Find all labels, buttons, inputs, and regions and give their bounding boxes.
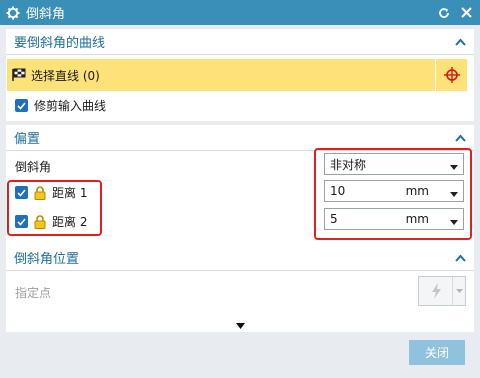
point-dialog-button[interactable]: [418, 276, 466, 306]
position-section-header[interactable]: 倒斜角位置: [6, 245, 474, 271]
position-section-title: 倒斜角位置: [14, 252, 80, 267]
offset-section-title: 偏置: [14, 132, 41, 147]
window-title: 倒斜角: [26, 7, 66, 22]
point-options-arrow-icon[interactable]: [453, 277, 465, 305]
reset-icon[interactable]: [436, 5, 452, 21]
curves-section: 要倒斜角的曲线 选择直线 (0) 修剪输入曲线: [6, 29, 474, 121]
collapse-caret-icon[interactable]: [454, 36, 466, 48]
trim-input-option[interactable]: 修剪输入曲线: [15, 97, 106, 114]
checkered-flag-icon: [11, 68, 27, 82]
crosshair-button[interactable]: [435, 59, 467, 91]
annotation-box-values: [314, 148, 472, 240]
gear-icon[interactable]: [6, 6, 20, 20]
annotation-box-distances: [7, 180, 102, 236]
title-bar: 倒斜角: [0, 0, 480, 25]
offset-section: 偏置 倒斜角 距离 1 距离 2 非对称 10 mm 5 mm: [6, 125, 474, 265]
close-button[interactable]: 关闭: [409, 340, 465, 365]
crosshair-icon: [443, 66, 461, 84]
close-icon[interactable]: [458, 5, 474, 21]
curves-section-title: 要倒斜角的曲线: [14, 36, 106, 51]
expand-down-icon: [235, 322, 245, 329]
point-constructor-icon[interactable]: [419, 277, 453, 305]
select-line-label: 选择直线 (0): [31, 68, 100, 83]
trim-checkbox[interactable]: [15, 99, 28, 112]
trim-label: 修剪输入曲线: [34, 99, 107, 113]
chamfer-type-label: 倒斜角: [15, 160, 52, 174]
dialog-body: 要倒斜角的曲线 选择直线 (0) 修剪输入曲线 偏置 倒斜角 距离 1 距离 2…: [0, 25, 480, 378]
collapse-caret-icon[interactable]: [454, 132, 466, 144]
position-section: 倒斜角位置 指定点: [6, 245, 474, 325]
specify-point-label: 指定点: [15, 286, 52, 300]
collapse-caret-icon[interactable]: [454, 252, 466, 264]
more-options-expander[interactable]: [6, 319, 474, 332]
curves-section-header[interactable]: 要倒斜角的曲线: [6, 29, 474, 55]
select-line-field[interactable]: 选择直线 (0): [7, 59, 435, 91]
